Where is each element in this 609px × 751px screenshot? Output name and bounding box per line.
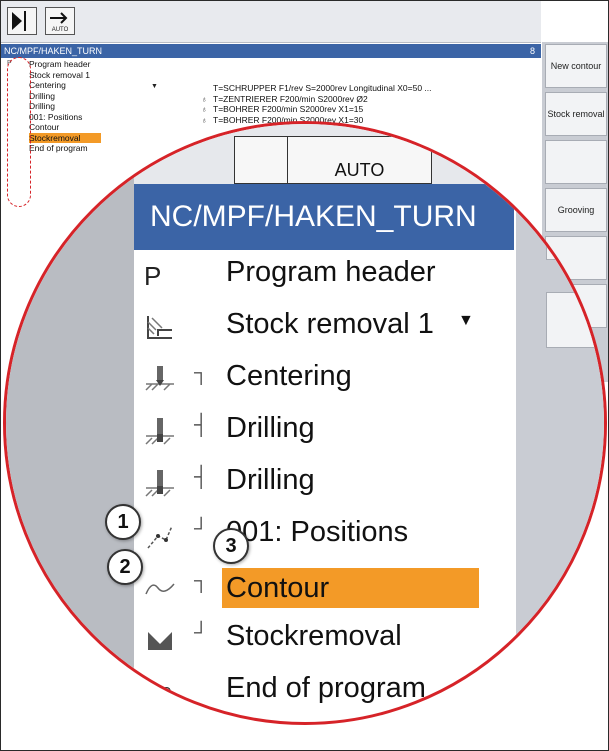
auto-mode-button[interactable]: AUTO [45, 7, 75, 35]
magnified-item-label: 001: Positions [226, 516, 409, 548]
program-list-item[interactable]: Stock removal 1 [1, 70, 541, 81]
list-item-label: Drilling [29, 101, 55, 111]
drilling-icon [144, 416, 176, 448]
magnified-softkey-blank[interactable] [546, 292, 604, 348]
auto-label: AUTO [51, 27, 69, 33]
top-toolbar: AUTO [1, 1, 541, 43]
magnified-list-item[interactable]: ┘ Stockremoval [134, 614, 514, 666]
centering-icon [144, 364, 176, 396]
tree-connector: ┘ [194, 518, 209, 540]
magnified-item-label: End of program [226, 672, 426, 704]
list-item-label: 001: Positions [29, 111, 83, 122]
magnified-list-item[interactable]: P Program header [134, 250, 514, 302]
magnified-auto-button[interactable]: AUTO [287, 136, 432, 184]
program-title-bar: NC/MPF/HAKEN_TURN 8 [1, 44, 541, 58]
magnified-item-label: Centering [226, 360, 352, 392]
magnified-item-label: Stockremoval [226, 620, 402, 652]
callout-marker-2: 2 [107, 549, 143, 585]
magnified-list-item[interactable]: ┘ 001: Positions [134, 510, 514, 562]
end-icon: END [144, 676, 176, 708]
title-number: 8 [529, 46, 535, 56]
tool-icon: ♁ [201, 93, 208, 104]
magnified-list-item[interactable]: END End of program [134, 666, 514, 718]
detail-text: T=BOHRER F200/min S2000rev X1=15 [213, 104, 364, 114]
drilling-icon [144, 468, 176, 500]
magnified-list-item[interactable]: ┤ Drilling [134, 458, 514, 510]
magnified-grooving-softkey[interactable]: Grooving [546, 204, 604, 260]
magnified-view: AUTO NC/MPF/HAKEN_TURN Grooving P Program… [3, 121, 607, 725]
screenshot-frame: AUTO NC/MPF/HAKEN_TURN 8 P Program header… [0, 0, 609, 751]
stockremoval-icon [144, 624, 176, 656]
program-list-item[interactable]: P Program header [1, 59, 541, 70]
magnified-list-item[interactable]: ┤ Drilling [134, 406, 514, 458]
tree-connector: ┘ [194, 622, 209, 644]
positions-icon [144, 520, 176, 552]
program-title: NC/MPF/HAKEN_TURN [4, 46, 103, 56]
back-arrow-icon[interactable] [7, 7, 37, 35]
magnified-dropdown-arrow-icon[interactable]: ▼ [458, 312, 474, 330]
magnified-left-panel [6, 124, 134, 722]
callout-marker-1: 1 [105, 504, 141, 540]
magnified-list-item[interactable]: ┐ Contour [134, 562, 514, 614]
new-contour-softkey[interactable]: New contour [545, 44, 607, 88]
tree-connector: ┐ [194, 570, 209, 592]
stock-removal-icon [144, 312, 176, 344]
detail-text: T=SCHRUPPER F1/rev S=2000rev Longitudina… [213, 83, 432, 93]
list-item-label: Drilling [29, 90, 55, 101]
magnified-list-item[interactable]: ┐ Centering [134, 354, 514, 406]
list-item-label: Program header [29, 59, 91, 69]
tool-icon: ♁ [201, 104, 208, 114]
contour-icon [144, 572, 176, 604]
program-header-icon: P [144, 260, 176, 292]
dropdown-arrow-icon[interactable]: ▼ [151, 83, 158, 90]
program-detail-list: T=SCHRUPPER F1/rev S=2000rev Longitudina… [201, 83, 541, 125]
tree-connector: ┤ [194, 466, 209, 488]
detail-text: T=ZENTRIERER F200/min S2000rev Ø2 [213, 93, 368, 104]
detail-row: ♁ T=ZENTRIERER F200/min S2000rev Ø2 [201, 94, 541, 105]
detail-row: ♁ T=BOHRER F200/min S2000rev X1=15 [201, 104, 541, 115]
magnified-program-title: NC/MPF/HAKEN_TURN [134, 184, 514, 250]
list-item-label: Stock removal 1 [29, 69, 90, 80]
magnified-list-item[interactable]: Stock removal 1 [134, 302, 514, 354]
item-prefix: END [144, 684, 172, 699]
tree-connector: ┐ [194, 362, 209, 384]
callout-marker-3: 3 [213, 528, 249, 564]
list-item-label: Centering [29, 80, 66, 90]
magnified-item-label: Contour [222, 568, 480, 608]
magnified-item-label: Program header [226, 256, 436, 288]
magnified-item-label: Drilling [226, 412, 315, 444]
magnified-item-label: Drilling [226, 464, 315, 496]
detail-row: T=SCHRUPPER F1/rev S=2000rev Longitudina… [201, 83, 541, 94]
magnified-auto-label: AUTO [334, 160, 385, 180]
magnified-softkey-bar: Grooving [516, 124, 604, 722]
item-prefix: P [144, 261, 162, 291]
magnified-item-label: Stock removal 1 [226, 308, 434, 340]
tree-connector: ┤ [194, 414, 209, 436]
